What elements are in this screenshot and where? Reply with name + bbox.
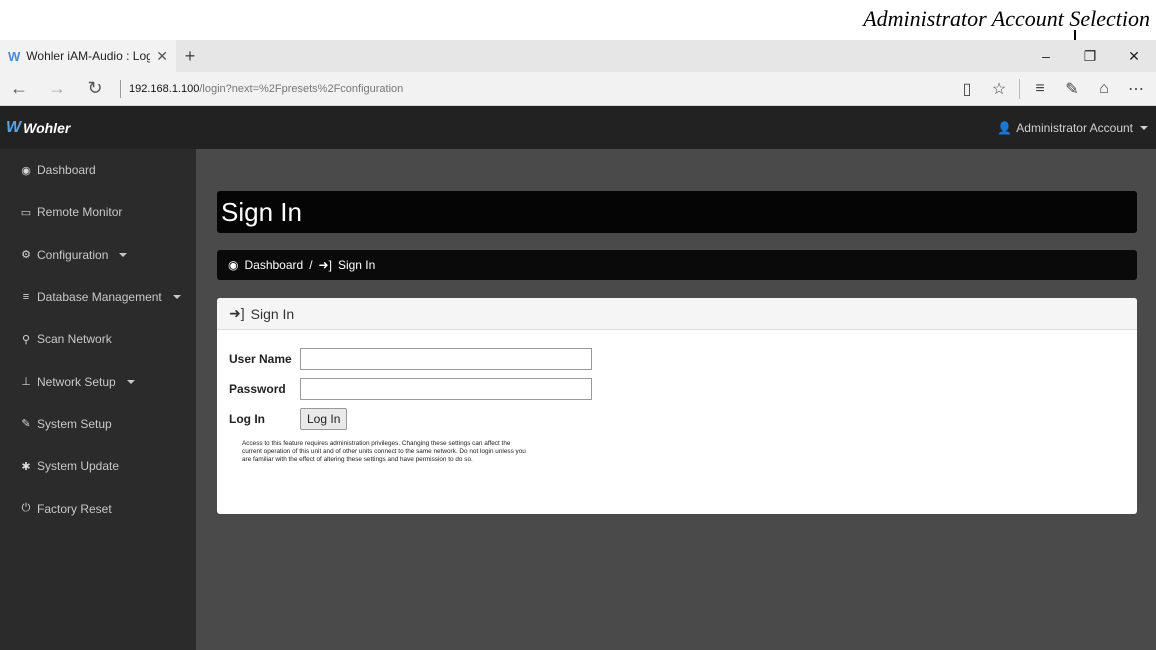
sidebar-item-label: Network Setup — [37, 374, 116, 389]
close-tab-icon[interactable]: ✕ — [156, 48, 168, 65]
user-icon: 👤 — [997, 120, 1013, 135]
log-in-button[interactable]: Log In — [300, 408, 348, 430]
more-icon[interactable]: ⋯ — [1120, 79, 1152, 99]
sidebar-item-system-setup[interactable]: ✎ System Setup — [0, 403, 196, 445]
sidebar-item-label: Factory Reset — [37, 501, 112, 516]
browser-tab-bar: W Wohler iAM-Audio : Log ✕ + – ❐ ✕ — [0, 40, 1156, 72]
browser-tab[interactable]: W Wohler iAM-Audio : Log ✕ — [0, 40, 176, 72]
search-icon: ⚲ — [21, 333, 31, 346]
administrator-account-dropdown[interactable]: 👤 Administrator Account — [997, 121, 1150, 135]
tachometer-icon: ◉ — [21, 164, 31, 177]
wohler-favicon-icon: W — [8, 48, 21, 64]
chevron-down-icon — [126, 379, 135, 384]
login-row: Log In Log In — [229, 404, 1125, 434]
account-label: Administrator Account — [1016, 120, 1133, 135]
minimize-icon[interactable]: – — [1024, 40, 1068, 72]
close-window-icon[interactable]: ✕ — [1112, 40, 1156, 72]
sign-in-icon: ➜] — [318, 258, 332, 272]
sidebar-item-label: Remote Monitor — [37, 205, 123, 220]
username-label: User Name — [229, 352, 292, 366]
chevron-down-icon — [172, 295, 181, 300]
sidebar-item-label: System Update — [37, 459, 120, 474]
wohler-logo-icon: W — [6, 118, 22, 136]
address-separator — [120, 79, 121, 98]
wrench-icon: ✎ — [21, 418, 31, 431]
monitor-icon: ▭ — [20, 206, 32, 219]
breadcrumb-current: Sign In — [337, 258, 376, 272]
password-row: Password — [229, 374, 1125, 404]
panel-header: ➜] Sign In — [217, 298, 1137, 330]
page-title: Sign In — [217, 191, 1137, 233]
url-host: 192.168.1.100 — [129, 82, 200, 95]
breadcrumb: ◉ Dashboard / ➜] Sign In — [217, 250, 1137, 280]
sign-in-panel: ➜] Sign In User Name Password Log In Log… — [217, 298, 1137, 514]
sidebar-item-label: Configuration — [37, 247, 109, 262]
sign-in-form: User Name Password Log In Log In Access … — [217, 330, 1137, 464]
url-field[interactable]: 192.168.1.100/login?next=%2Fpresets%2Fco… — [129, 83, 951, 95]
brand-logo[interactable]: W Wohler — [6, 119, 70, 137]
favorite-star-icon[interactable]: ☆ — [983, 79, 1015, 99]
sidebar-item-factory-reset[interactable]: ⏻ Factory Reset — [0, 487, 196, 529]
sitemap-icon: ⊥ — [21, 376, 31, 389]
app-top-nav: W Wohler 👤 Administrator Account — [0, 106, 1156, 149]
web-note-icon[interactable]: ✎ — [1056, 79, 1088, 99]
main-content: Sign In ◉ Dashboard / ➜] Sign In ➜] Sign… — [196, 149, 1156, 650]
sidebar-item-network-setup[interactable]: ⊥ Network Setup — [0, 360, 196, 402]
admin-privileges-notice: Access to this feature requires administ… — [242, 440, 526, 464]
sidebar-item-label: Dashboard — [37, 163, 96, 178]
sidebar-item-dashboard[interactable]: ◉ Dashboard — [0, 149, 196, 191]
sidebar-item-remote-monitor[interactable]: ▭ Remote Monitor — [0, 191, 196, 233]
panel-title: Sign In — [250, 305, 295, 322]
reading-view-icon[interactable]: ▯ — [951, 79, 983, 99]
tachometer-icon: ◉ — [228, 258, 239, 272]
sidebar-item-database-management[interactable]: ≡ Database Management — [0, 276, 196, 318]
brand-name: Wohler — [23, 119, 71, 136]
new-tab-button[interactable]: + — [176, 46, 204, 67]
hub-icon[interactable]: ≡ — [1024, 80, 1056, 98]
sidebar-item-configuration[interactable]: ⚙ Configuration — [0, 234, 196, 276]
breadcrumb-separator: / — [309, 258, 313, 272]
caret-down-icon — [1140, 125, 1148, 130]
annotation-label: Administrator Account Selection — [863, 6, 1150, 31]
password-field[interactable] — [300, 378, 592, 400]
tab-title: Wohler iAM-Audio : Log — [26, 49, 151, 63]
power-icon: ⏻ — [21, 502, 31, 515]
refresh-icon[interactable]: ↻ — [76, 78, 114, 99]
sidebar-item-scan-network[interactable]: ⚲ Scan Network — [0, 318, 196, 360]
sidebar-item-label: System Setup — [37, 416, 112, 431]
password-label: Password — [229, 382, 286, 396]
toolbar-divider — [1019, 78, 1020, 99]
back-icon[interactable]: ← — [0, 78, 38, 99]
sidebar-item-label: Database Management — [37, 290, 162, 305]
restore-icon[interactable]: ❐ — [1068, 40, 1112, 72]
url-path: /login?next=%2Fpresets%2Fconfiguration — [199, 82, 404, 95]
login-label: Log In — [229, 412, 265, 426]
browser-address-bar: ← → ↻ 192.168.1.100/login?next=%2Fpreset… — [0, 72, 1156, 106]
sign-in-icon: ➜] — [229, 305, 245, 321]
sidebar-item-system-update[interactable]: ✱ System Update — [0, 445, 196, 487]
database-icon: ≡ — [22, 291, 30, 304]
browser-toolbar: ▯ ☆ ≡ ✎ ⌂ ⋯ — [951, 78, 1152, 99]
username-row: User Name — [229, 344, 1125, 374]
breadcrumb-home-link[interactable]: Dashboard — [244, 258, 303, 272]
cogs-icon: ⚙ — [21, 249, 31, 262]
forward-icon[interactable]: → — [38, 78, 76, 99]
chevron-down-icon — [119, 252, 128, 257]
sidebar: ◉ Dashboard ▭ Remote Monitor ⚙ Configura… — [0, 149, 196, 650]
username-field[interactable] — [300, 348, 592, 370]
gear-icon: ✱ — [21, 460, 31, 473]
share-icon[interactable]: ⌂ — [1088, 80, 1120, 98]
sidebar-item-label: Scan Network — [37, 332, 112, 347]
window-controls: – ❐ ✕ — [1024, 40, 1156, 72]
